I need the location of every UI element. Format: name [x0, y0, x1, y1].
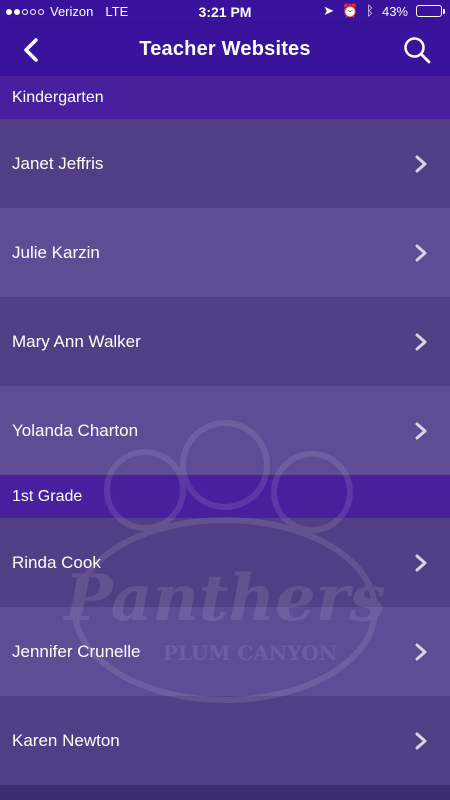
list-item[interactable]: Karen Newton	[0, 696, 450, 785]
chevron-right-icon	[415, 643, 427, 660]
list-item[interactable]: Julie Karzin	[0, 208, 450, 297]
list-item[interactable]: Mary Ann Walker	[0, 297, 450, 386]
battery-percent: 43%	[381, 3, 408, 19]
battery-icon	[416, 5, 445, 17]
list-item[interactable]: Rinda Cook	[0, 518, 450, 607]
location-arrow-icon: ➤	[323, 3, 334, 18]
status-bar: Verizon LTE 3:21 PM ➤ ⏰ ᛒ 43%	[0, 0, 450, 24]
teacher-name: Janet Jeffris	[12, 153, 104, 173]
teacher-name: Mary Ann Walker	[12, 331, 141, 351]
search-icon[interactable]	[402, 35, 432, 65]
bluetooth-icon: ᛒ	[366, 3, 374, 18]
chevron-right-icon	[415, 422, 427, 439]
nav-bar: Teacher Websites	[0, 24, 450, 76]
section-header-1st-grade: 1st Grade	[0, 475, 450, 518]
status-right: ➤ ⏰ ᛒ 43%	[323, 3, 445, 19]
section-header-kindergarten: Kindergarten	[0, 76, 450, 119]
page-title: Teacher Websites	[139, 38, 311, 60]
app-screen: Verizon LTE 3:21 PM ➤ ⏰ ᛒ 43% Teacher We…	[0, 0, 450, 800]
chevron-right-icon	[415, 155, 427, 172]
teacher-name: Jennifer Crunelle	[12, 641, 141, 661]
teacher-name: Karen Newton	[12, 730, 120, 750]
teacher-name: Yolanda Charton	[12, 420, 139, 440]
alarm-icon: ⏰	[341, 3, 359, 18]
teacher-list: Kindergarten Janet Jeffris Julie Karzin …	[0, 76, 450, 800]
chevron-right-icon	[415, 732, 427, 749]
list-item[interactable]: Jennifer Crunelle	[0, 607, 450, 696]
chevron-right-icon	[415, 554, 427, 571]
chevron-right-icon	[415, 333, 427, 350]
teacher-name: Julie Karzin	[12, 242, 100, 262]
list-item[interactable]: Janet Jeffris	[0, 119, 450, 208]
chevron-right-icon	[415, 244, 427, 261]
list-item[interactable]: Yolanda Charton	[0, 386, 450, 475]
teacher-name: Rinda Cook	[12, 552, 101, 572]
